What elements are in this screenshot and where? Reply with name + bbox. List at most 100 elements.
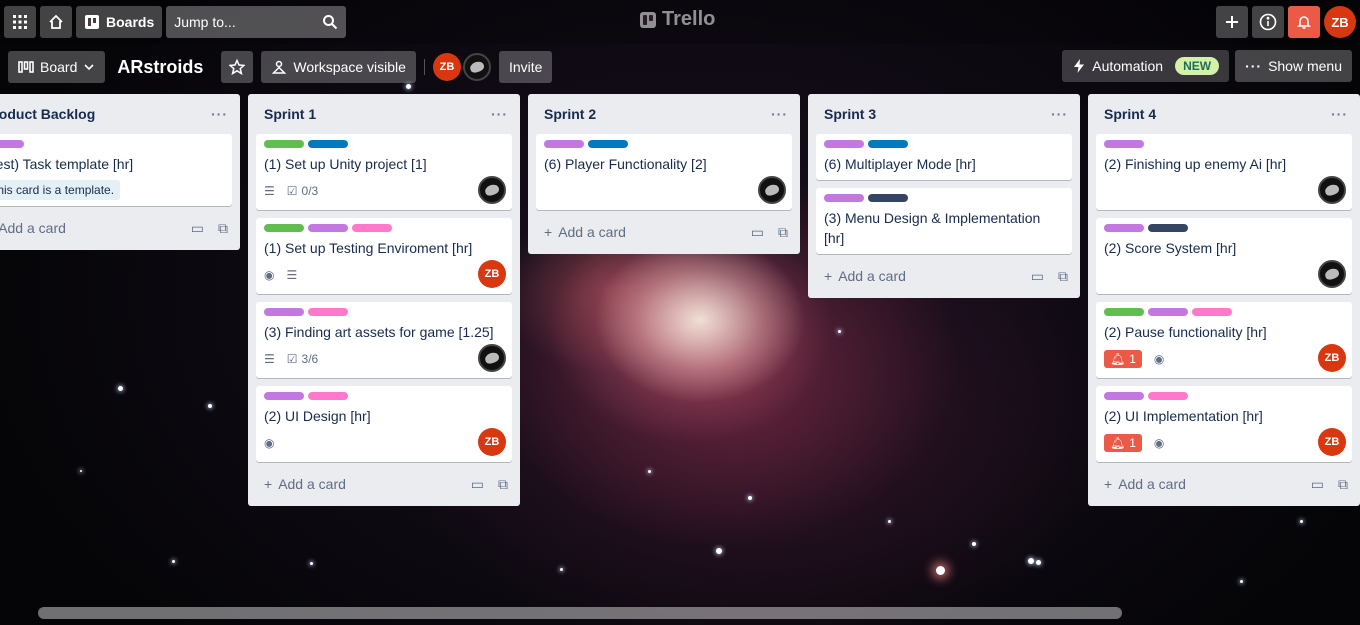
card[interactable]: (2) Pause functionality [hr] 🔔︎ 1 ◉ ZB: [1096, 302, 1352, 378]
list-header[interactable]: Sprint 2 ···: [536, 94, 792, 134]
list-header[interactable]: Sprint 1 ···: [256, 94, 512, 134]
list-title[interactable]: Sprint 4: [1104, 106, 1156, 122]
trello-logo-text: Trello: [662, 8, 716, 30]
add-card-button[interactable]: + Add a card: [544, 224, 626, 240]
label-purple: [264, 308, 304, 316]
board-header: Board ARstroids Workspace visible ZB Inv…: [0, 48, 1360, 86]
member-avatar[interactable]: ZB: [432, 53, 461, 81]
notification-badge: 🔔︎ 1: [1104, 434, 1142, 452]
card[interactable]: (2) Finishing up enemy Ai [hr]: [1096, 134, 1352, 210]
notifications-button[interactable]: [1288, 6, 1320, 38]
card-labels: [264, 140, 504, 148]
bell-icon: 🔔︎: [1110, 352, 1126, 366]
label-green: [264, 140, 304, 148]
card-labels: [264, 308, 504, 316]
list-title[interactable]: Sprint 1: [264, 106, 316, 122]
card-title: (3) Menu Design & Implementation [hr]: [824, 210, 1041, 246]
template-icon[interactable]: ⧉: [498, 476, 508, 493]
label-green: [1104, 308, 1144, 316]
card-title: (Test) Task template [hr]: [0, 156, 134, 172]
card[interactable]: (Test) Task template [hr] This card is a…: [0, 134, 232, 206]
jump-to-search[interactable]: Jump to...: [166, 6, 347, 38]
horizontal-scrollbar[interactable]: [38, 607, 1122, 619]
list-menu-icon[interactable]: ···: [1327, 106, 1352, 122]
card-title: (2) Score System [hr]: [1104, 240, 1237, 256]
divider: [423, 59, 425, 75]
card-member-avatar[interactable]: [758, 176, 786, 204]
notification-badge: 🔔︎ 1: [1104, 350, 1142, 368]
template-icon[interactable]: ⧉: [778, 224, 788, 241]
add-card-row: + Add a card ▭ ⧉: [0, 214, 232, 242]
card[interactable]: (1) Set up Testing Enviroment [hr] ◉ ☰ Z…: [256, 218, 512, 294]
list-menu-icon[interactable]: ···: [487, 106, 512, 122]
card[interactable]: (3) Menu Design & Implementation [hr]: [816, 188, 1072, 254]
card[interactable]: (6) Multiplayer Mode [hr]: [816, 134, 1072, 180]
list-header[interactable]: Sprint 3 ···: [816, 94, 1072, 134]
card-member-avatar[interactable]: ZB: [478, 428, 506, 456]
list-menu-icon[interactable]: ···: [767, 106, 792, 122]
card-member-avatar[interactable]: ZB: [1318, 344, 1346, 372]
user-avatar[interactable]: ZB: [1324, 6, 1356, 38]
card[interactable]: (3) Finding art assets for game [1.25] ☰…: [256, 302, 512, 378]
add-card-button[interactable]: + Add a card: [264, 476, 346, 492]
boards-button[interactable]: Boards: [76, 6, 163, 38]
list-title[interactable]: Sprint 2: [544, 106, 596, 122]
list-header[interactable]: Sprint 4 ···: [1096, 94, 1352, 134]
card[interactable]: (2) UI Design [hr] ◉ ZB: [256, 386, 512, 462]
list-title[interactable]: Sprint 3: [824, 106, 876, 122]
list-header[interactable]: Product Backlog ···: [0, 94, 232, 134]
invite-button[interactable]: Invite: [498, 51, 553, 83]
member-initials: ZB: [1324, 352, 1340, 364]
create-button[interactable]: [1216, 6, 1248, 38]
search-placeholder: Jump to...: [174, 14, 236, 30]
card-title: (1) Set up Unity project [1]: [264, 156, 427, 172]
card-labels: [544, 140, 784, 148]
card[interactable]: (6) Player Functionality [2]: [536, 134, 792, 210]
show-menu-button[interactable]: ··· Show menu: [1235, 50, 1352, 82]
card-member-avatar[interactable]: [1318, 260, 1346, 288]
lightning-icon: [1074, 59, 1085, 73]
card-title: (3) Finding art assets for game [1.25]: [264, 324, 494, 340]
member-initials: ZB: [484, 268, 500, 280]
label-purple: [1104, 224, 1144, 232]
card-member-avatar[interactable]: [1318, 176, 1346, 204]
app-switcher-button[interactable]: [4, 6, 36, 38]
card-member-avatar[interactable]: [478, 344, 506, 372]
list-menu-icon[interactable]: ···: [207, 106, 232, 122]
add-card-button[interactable]: + Add a card: [1104, 476, 1186, 492]
add-card-label: Add a card: [838, 268, 906, 284]
add-card-button[interactable]: + Add a card: [0, 220, 66, 236]
card[interactable]: (1) Set up Unity project [1] ☰ ☑ 0/3: [256, 134, 512, 210]
plus-icon: +: [1104, 476, 1113, 492]
add-card-button[interactable]: + Add a card: [824, 268, 906, 284]
add-card-label: Add a card: [558, 224, 626, 240]
card-member-avatar[interactable]: ZB: [478, 260, 506, 288]
member-avatar-photo[interactable]: [462, 53, 491, 81]
card[interactable]: (2) UI Implementation [hr] 🔔︎ 1 ◉ ZB: [1096, 386, 1352, 462]
card-labels: [264, 224, 504, 232]
list-menu-icon[interactable]: ···: [1047, 106, 1072, 122]
template-icon[interactable]: ⧉: [1338, 476, 1348, 493]
card-labels: [0, 140, 224, 148]
information-button[interactable]: [1252, 6, 1284, 38]
card[interactable]: (2) Score System [hr]: [1096, 218, 1352, 294]
home-button[interactable]: [40, 6, 72, 38]
board-view-switcher[interactable]: Board: [8, 51, 106, 83]
card-member-avatar[interactable]: ZB: [1318, 428, 1346, 456]
label-pink: [308, 392, 348, 400]
eye-icon: ◉: [264, 436, 275, 450]
description-icon: ☰: [264, 184, 275, 198]
visibility-button[interactable]: Workspace visible: [261, 51, 416, 83]
star-board-button[interactable]: [221, 51, 254, 83]
eye-icon: ◉: [264, 268, 275, 282]
board-title[interactable]: ARstroids: [113, 57, 207, 78]
template-icon[interactable]: ⧉: [218, 220, 228, 237]
card-member-avatar[interactable]: [478, 176, 506, 204]
template-badge: This card is a template.: [0, 180, 121, 200]
trello-logo[interactable]: Trello: [640, 8, 715, 31]
automation-button[interactable]: Automation NEW: [1062, 50, 1230, 82]
bell-icon: [1297, 16, 1311, 29]
list-title[interactable]: Product Backlog: [0, 106, 95, 122]
template-icon[interactable]: ⧉: [1058, 268, 1068, 285]
board-view-icon: [18, 61, 34, 73]
